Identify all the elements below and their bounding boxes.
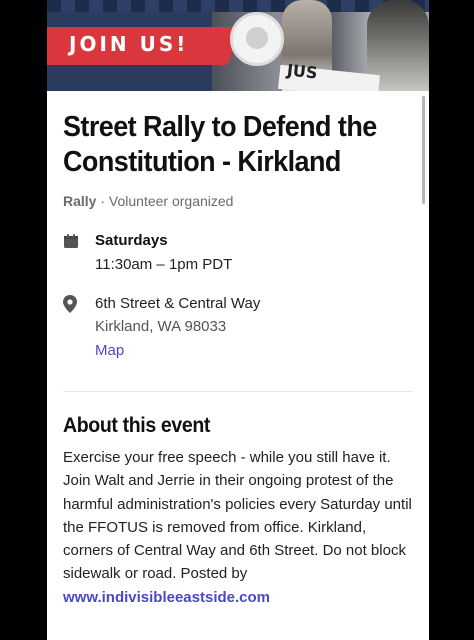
location-street: 6th Street & Central Way [95, 295, 261, 312]
event-meta: Rally · Volunteer organized [63, 193, 413, 209]
event-organizer: Volunteer organized [108, 193, 234, 209]
organizer-website-link[interactable]: www.indivisibleeastside.com [63, 589, 270, 606]
section-divider [63, 391, 413, 392]
event-page: JUS JOIN US! Street Rally to Defend the … [47, 0, 429, 640]
hero-banner-image: JUS JOIN US! [47, 0, 429, 91]
location-city: Kirkland, WA 98033 [95, 318, 227, 335]
event-type: Rally [63, 193, 97, 209]
meta-separator: · [96, 193, 109, 209]
protest-sign-text: JUS [286, 60, 319, 83]
scrollbar[interactable] [422, 96, 425, 204]
event-location: 6th Street & Central Way Kirkland, WA 98… [63, 293, 413, 363]
megaphone-icon [230, 12, 284, 66]
description-text: Exercise your free speech - while you st… [63, 449, 412, 583]
event-title: Street Rally to Defend the Constitution … [63, 111, 377, 178]
about-heading: About this event [63, 414, 211, 437]
event-day: Saturdays [95, 232, 168, 249]
map-link[interactable]: Map [95, 339, 124, 363]
calendar-icon [63, 233, 79, 254]
event-details: Street Rally to Defend the Constitution … [63, 110, 413, 609]
event-schedule: Saturdays 11:30am – 1pm PDT [63, 231, 413, 277]
join-us-text: JOIN US! [69, 32, 189, 56]
location-pin-icon [63, 295, 77, 318]
event-description: Exercise your free speech - while you st… [63, 446, 413, 609]
event-time: 11:30am – 1pm PDT [95, 256, 233, 273]
